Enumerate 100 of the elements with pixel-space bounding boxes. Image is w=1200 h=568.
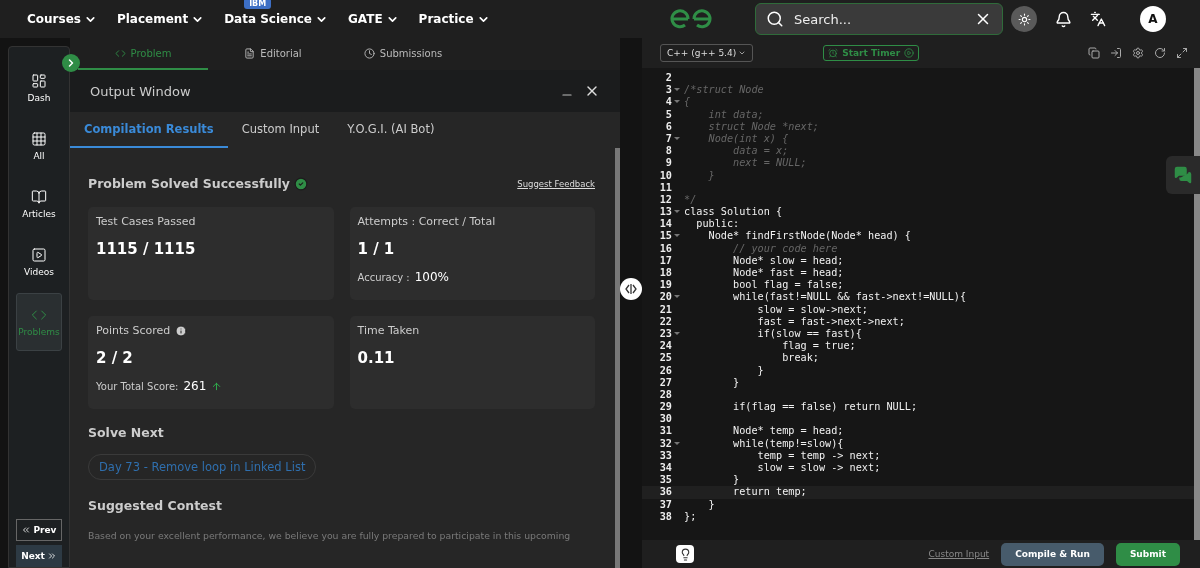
code-icon: [31, 307, 47, 323]
line-number: 7: [664, 132, 672, 146]
code-line: flag = true;: [781, 340, 856, 353]
chat-button[interactable]: [1166, 156, 1200, 194]
sidebar-item[interactable]: Articles: [16, 177, 62, 231]
hint-button[interactable]: [676, 545, 694, 563]
code-line: while(temp!=slow){: [732, 437, 844, 450]
fold-icon[interactable]: [674, 329, 680, 336]
nav-menu-item[interactable]: Courses: [27, 12, 81, 26]
line-number: 16: [658, 242, 672, 255]
code-comment: data = x;: [732, 145, 789, 158]
info-icon[interactable]: [175, 324, 188, 337]
custom-input-link[interactable]: Custom Input: [928, 549, 990, 559]
code-line: }: [707, 498, 715, 511]
fold-icon[interactable]: [674, 208, 680, 215]
reset-icon[interactable]: [1154, 47, 1166, 59]
translate-icon[interactable]: [1090, 11, 1106, 27]
dashboard-icon: [31, 73, 47, 89]
search-field[interactable]: Search...: [755, 3, 1003, 35]
fold-icon[interactable]: [674, 134, 680, 141]
line-number: 15: [658, 230, 672, 243]
next-button[interactable]: Next: [16, 545, 62, 567]
nav-menu-item[interactable]: Data Science: [224, 12, 312, 26]
section-heading: Suggested Contest: [88, 498, 223, 513]
line-number: 14: [658, 218, 672, 231]
code-line: break;: [781, 352, 819, 365]
contest-text: Based on your excellent performance, we believe you are fully prepared to participate in this upcoming: [88, 529, 571, 542]
problem-tab[interactable]: Editorial: [208, 38, 338, 70]
avatar[interactable]: A: [1140, 6, 1166, 32]
line-number: 18: [658, 267, 672, 280]
fold-icon[interactable]: [674, 439, 680, 446]
code-icon: [114, 47, 126, 59]
line-number: 12: [658, 193, 672, 207]
double-chevron-right-icon: [46, 551, 57, 561]
nav-menu-item[interactable]: GATE: [348, 12, 383, 26]
line-number: 26: [658, 364, 672, 377]
fullscreen-icon[interactable]: [1176, 47, 1188, 59]
settings-icon[interactable]: [1132, 47, 1144, 59]
bell-icon[interactable]: [1055, 10, 1072, 28]
card-label: Your Total Score:: [96, 380, 179, 392]
double-chevron-left-icon: [21, 525, 32, 535]
caret-icon: [738, 49, 747, 57]
card-sub-value: 100%: [414, 270, 449, 284]
line-number: 19: [658, 279, 672, 292]
compile-run-button[interactable]: Compile & Run: [1001, 542, 1104, 566]
card-title: Points Scored: [96, 324, 171, 337]
feedback-link[interactable]: Suggest Feedback: [517, 178, 595, 189]
theme-toggle-button[interactable]: [1011, 6, 1037, 32]
window-title: Output Window: [90, 83, 191, 99]
line-number: 13: [658, 206, 672, 219]
fold-icon[interactable]: [674, 98, 680, 105]
line-number: 35: [658, 474, 672, 487]
section-heading: Solve Next: [88, 425, 165, 440]
code-line: return temp;: [732, 486, 807, 499]
card-value: 1115 / 1115: [96, 240, 197, 258]
chat-icon: [1174, 166, 1192, 184]
line-number: 8: [664, 145, 672, 158]
line-number: 34: [658, 462, 672, 475]
resize-handle[interactable]: [620, 278, 642, 300]
import-icon[interactable]: [1110, 47, 1122, 59]
code-comment: }: [707, 169, 715, 182]
sidebar-item[interactable]: Dash: [16, 61, 62, 115]
code-comment: struct Node *next;: [707, 120, 819, 133]
output-tab[interactable]: Custom Input: [227, 112, 334, 148]
line-number: 29: [658, 401, 672, 414]
fold-icon[interactable]: [674, 232, 680, 239]
search-input[interactable]: Search...: [792, 10, 966, 28]
nav-menu-item[interactable]: Placement: [116, 12, 189, 26]
start-timer-button[interactable]: Start Timer: [823, 45, 920, 61]
line-number: 30: [658, 413, 672, 426]
alarm-clock-icon: [828, 48, 839, 58]
grid-icon: [31, 131, 47, 147]
output-tab[interactable]: Y.O.G.I. (AI Bot): [333, 112, 449, 148]
code-line: Node* slow = head;: [732, 254, 844, 267]
card-label: Accuracy :: [357, 271, 410, 283]
problem-tab[interactable]: Submissions: [338, 38, 468, 70]
sidebar-item[interactable]: All: [16, 119, 62, 173]
logo-icon[interactable]: [669, 9, 712, 29]
code-comment: int data;: [707, 108, 764, 121]
code-line: };: [684, 510, 697, 523]
line-number: 31: [658, 425, 672, 438]
document-icon: [244, 47, 256, 59]
nav-menu-item[interactable]: Practice: [418, 12, 474, 26]
line-number: 25: [658, 352, 672, 365]
line-number: 27: [658, 376, 672, 389]
prev-button[interactable]: Prev: [16, 519, 62, 541]
fold-icon[interactable]: [674, 86, 680, 93]
sidebar-item[interactable]: Videos: [16, 235, 62, 289]
clock-icon: [363, 47, 375, 59]
submit-button[interactable]: Submit: [1115, 542, 1180, 566]
card-title: Test Cases Passed: [96, 215, 196, 228]
book-icon: [31, 189, 47, 205]
line-number: 37: [658, 498, 672, 511]
copy-icon[interactable]: [1088, 47, 1100, 59]
code-comment: {: [684, 96, 691, 109]
play-icon: [904, 48, 915, 58]
line-number: 36: [658, 486, 672, 499]
language-dropdown[interactable]: C++ (g++ 5.4): [660, 44, 754, 62]
code-line: public:: [695, 218, 740, 231]
fold-icon[interactable]: [674, 293, 680, 300]
